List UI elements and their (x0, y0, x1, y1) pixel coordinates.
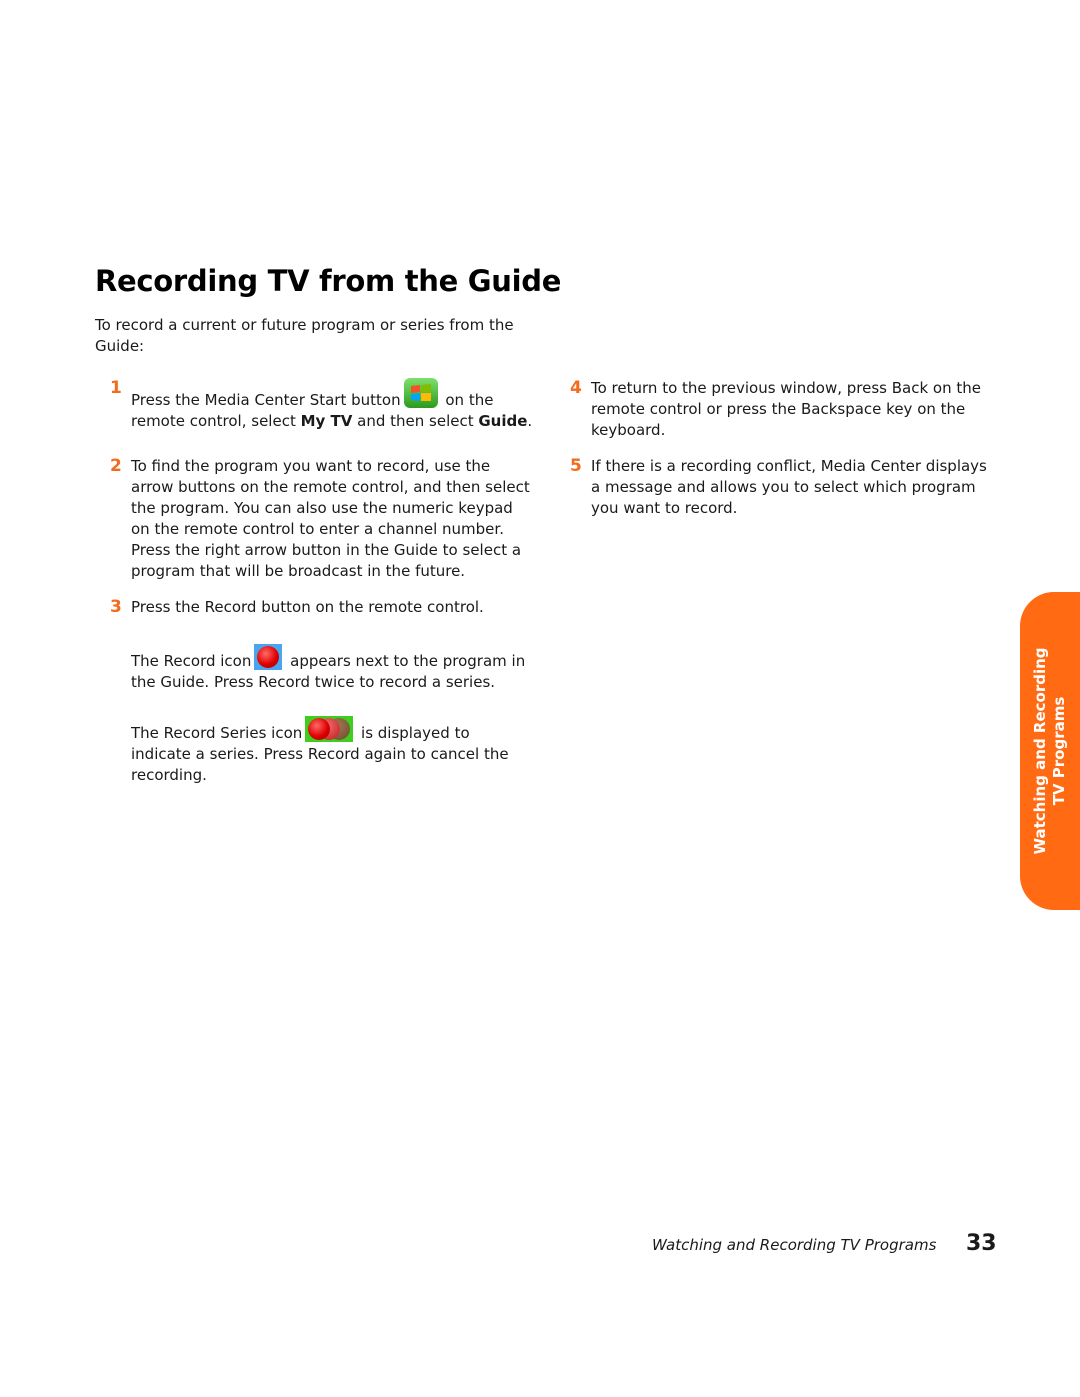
step-number: 3 (110, 597, 122, 617)
footer-chapter-title: Watching and Recording TV Programs (652, 1236, 937, 1254)
my-tv-label: My TV (300, 412, 353, 430)
chapter-side-tab-label: Watching and Recording TV Programs (1031, 647, 1068, 855)
intro-text: To record a current or future program or… (95, 316, 514, 355)
step-3: 3 Press the Record button on the remote … (110, 597, 541, 618)
step-text: To find the program you want to record, … (131, 457, 530, 580)
step-text: If there is a recording conflict, Media … (591, 457, 987, 517)
step-1: 1 Press the Media Center Start button on… (110, 378, 541, 432)
step-4: 4 To return to the previous window, pres… (570, 378, 996, 441)
step-5: 5 If there is a recording conflict, Medi… (570, 456, 996, 519)
guide-label: Guide (478, 412, 528, 430)
step-number: 1 (110, 378, 122, 398)
series-icon-note: The Record Series icon is displayed to i… (131, 716, 531, 786)
step-number: 4 (570, 378, 582, 398)
step-number: 2 (110, 456, 122, 476)
step-number: 5 (570, 456, 582, 476)
step-2: 2 To find the program you want to record… (110, 456, 536, 582)
step-text: Press the Media Center Start button on t… (131, 378, 541, 432)
page-title: Recording TV from the Guide (95, 264, 562, 298)
step-text: Press the Record button on the remote co… (131, 598, 484, 616)
step-text: To return to the previous window, press … (591, 379, 981, 439)
page-number: 33 (966, 1231, 997, 1256)
record-icon (254, 644, 283, 670)
windows-start-icon (403, 378, 438, 408)
record-icon-note: The Record icon appears next to the prog… (131, 644, 541, 693)
record-series-icon (305, 716, 354, 742)
